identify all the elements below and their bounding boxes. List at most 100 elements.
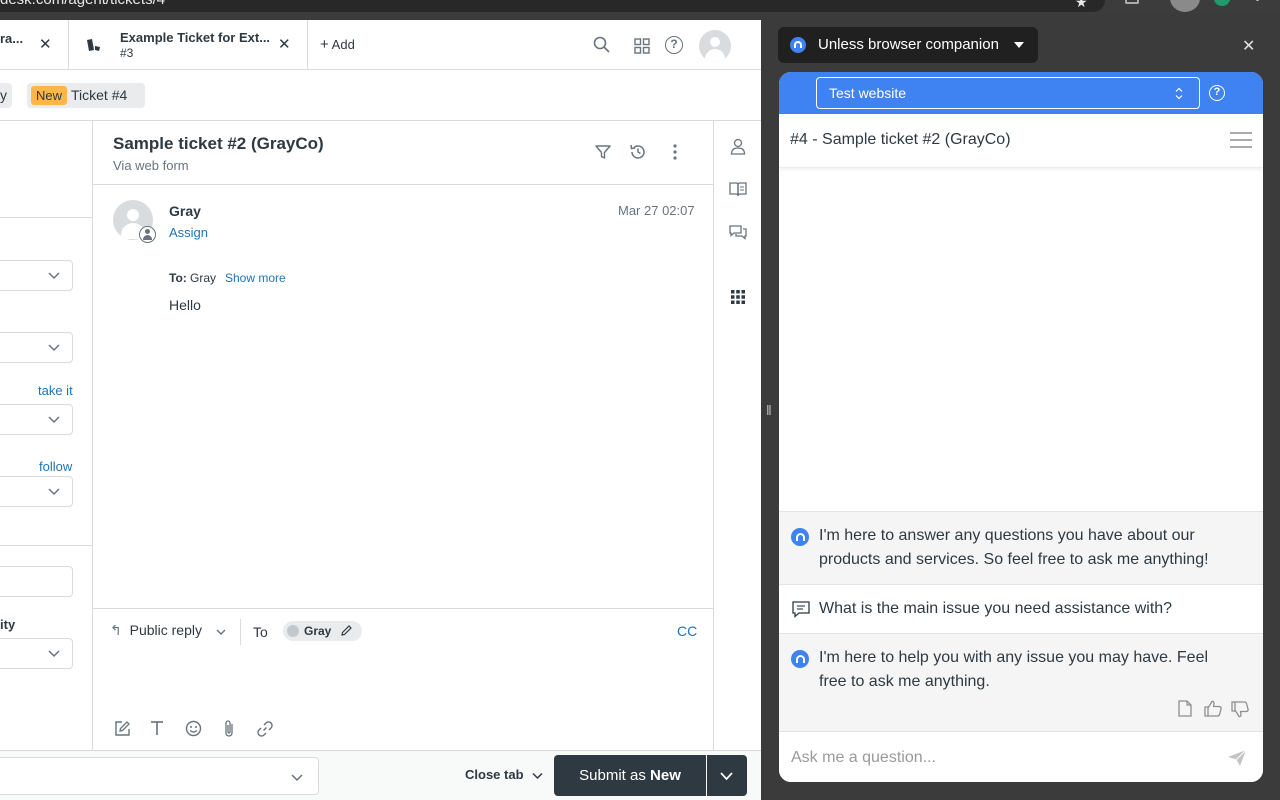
ticket-channel: Via web form	[113, 158, 189, 173]
sync-status-icon[interactable]	[1214, 0, 1230, 6]
brand-select[interactable]	[0, 260, 73, 291]
thumbs-down-icon[interactable]	[1231, 701, 1249, 718]
status-badge: New	[31, 86, 68, 105]
to-label: To	[253, 624, 268, 640]
link-icon[interactable]	[256, 720, 274, 738]
product-tray-icon[interactable]	[634, 38, 650, 54]
edit-pencil-icon[interactable]	[340, 624, 353, 637]
bot-avatar-icon	[791, 650, 809, 668]
extensions-icon[interactable]	[1125, 0, 1139, 4]
ticket-subbar: y New Ticket #4	[0, 70, 761, 121]
companion-switcher[interactable]: Unless browser companion	[778, 27, 1038, 63]
plus-icon: +	[320, 36, 329, 53]
companion-ticket-row: #4 - Sample ticket #2 (GrayCo)	[779, 114, 1263, 168]
author-name[interactable]: Gray	[169, 203, 201, 219]
chevron-down-icon	[48, 488, 60, 496]
conversations-icon[interactable]	[729, 224, 747, 241]
reply-mode-dropdown[interactable]: ↰ Public reply	[110, 622, 230, 642]
thumbs-up-icon[interactable]	[1204, 700, 1222, 717]
reply-composer: ↰ Public reply To Gray CC	[93, 608, 713, 770]
knowledge-icon[interactable]	[729, 181, 747, 197]
tab-title: Example Ticket for Ext...	[120, 30, 271, 45]
context-rail	[713, 121, 761, 770]
resize-handle[interactable]: ‖	[766, 402, 772, 418]
breadcrumb-ticket[interactable]: New Ticket #4	[27, 83, 145, 108]
tab-previous[interactable]: ra... ✕	[0, 20, 69, 69]
breadcrumb-previous[interactable]: y	[0, 83, 12, 108]
website-select[interactable]: Test website	[816, 77, 1200, 109]
document-icon[interactable]	[1178, 700, 1192, 717]
search-icon[interactable]	[593, 36, 610, 53]
submit-options-button[interactable]	[707, 755, 747, 796]
conversation-header: Sample ticket #2 (GrayCo) Via web form	[93, 121, 713, 185]
assignee-select[interactable]	[0, 404, 73, 435]
priority-select[interactable]	[0, 638, 73, 669]
address-bar[interactable]: desk.com/agent/tickets/4	[0, 0, 1105, 12]
send-icon[interactable]	[1227, 749, 1247, 767]
requester-select[interactable]	[0, 332, 73, 363]
browser-menu-icon[interactable]	[1256, 0, 1259, 1]
recipient-chip[interactable]: Gray	[283, 621, 362, 641]
bookmark-star-icon[interactable]: ★	[1075, 0, 1088, 11]
filter-icon[interactable]	[595, 144, 611, 160]
help-icon[interactable]: ?	[1209, 85, 1225, 101]
ask-question-input[interactable]	[791, 746, 1211, 770]
companion-logo-icon	[790, 37, 806, 53]
take-it-link[interactable]: take it	[38, 383, 73, 398]
tags-input[interactable]	[0, 566, 73, 597]
compose-edit-icon[interactable]	[114, 720, 131, 737]
attachment-icon[interactable]	[223, 719, 235, 738]
conversation-pane: Sample ticket #2 (GrayCo) Via web form G…	[93, 121, 713, 770]
history-icon[interactable]	[629, 143, 647, 161]
close-panel-icon[interactable]: ✕	[1242, 36, 1255, 56]
add-tab-label: Add	[331, 37, 355, 52]
chevron-down-icon	[48, 650, 60, 658]
customer-context-icon[interactable]	[730, 138, 746, 155]
apps-grid-icon[interactable]	[731, 290, 745, 304]
recipient-avatar	[287, 625, 299, 637]
website-select-value: Test website	[829, 85, 907, 101]
emoji-icon[interactable]	[185, 720, 202, 737]
message-text: I'm here to help you with any issue you …	[819, 649, 1209, 690]
companion-header: Test website ?	[779, 72, 1263, 114]
text-format-icon[interactable]	[149, 720, 165, 737]
caret-down-icon	[1014, 42, 1024, 48]
close-icon[interactable]: ✕	[278, 35, 291, 53]
bot-message: I'm here to help you with any issue you …	[779, 633, 1263, 731]
followers-select[interactable]	[0, 476, 73, 507]
message-timestamp: Mar 27 02:07	[618, 203, 695, 218]
tab-example-ticket[interactable]: Example Ticket for Ext... #3 ✕	[69, 20, 308, 69]
ticket-properties-panel: take it follow ity	[0, 121, 93, 770]
submit-button[interactable]: Submit as New	[554, 755, 706, 796]
reply-textarea[interactable]	[110, 655, 696, 715]
add-tab-button[interactable]: + Add	[320, 36, 355, 53]
chevron-down-icon	[48, 416, 60, 424]
support-app: ra... ✕ Example Ticket for Ext... #3 ✕ +…	[0, 20, 761, 800]
submit-label: Submit as	[579, 767, 651, 784]
close-tab-dropdown[interactable]: Close tab	[465, 767, 543, 782]
message: Gray Assign Mar 27 02:07 To: Gray Show m…	[93, 185, 713, 325]
companion-side-panel: ‖ Unless browser companion ✕ Test websit…	[761, 14, 1280, 800]
hamburger-menu-icon[interactable]	[1230, 132, 1252, 148]
companion-ticket-heading: #4 - Sample ticket #2 (GrayCo)	[790, 131, 1011, 148]
user-avatar[interactable]	[699, 30, 731, 62]
submit-status: New	[650, 767, 681, 784]
reply-arrow-icon: ↰	[110, 622, 122, 638]
composer-divider	[240, 619, 241, 645]
priority-label: ity	[0, 617, 16, 632]
message-text: What is the main issue you need assistan…	[819, 600, 1173, 617]
profile-avatar[interactable]	[1170, 0, 1200, 12]
chevron-down-icon	[216, 629, 226, 635]
show-more-link[interactable]: Show more	[225, 271, 286, 285]
to-recipient: Gray	[190, 271, 217, 285]
cc-link[interactable]: CC	[677, 623, 697, 639]
follow-link[interactable]: follow	[39, 459, 72, 474]
close-icon[interactable]: ✕	[39, 35, 52, 53]
help-icon[interactable]: ?	[665, 36, 683, 54]
ticket-icon	[87, 39, 100, 51]
chevron-down-icon	[291, 774, 303, 782]
chevron-down-icon	[48, 272, 60, 280]
apply-macro-select[interactable]	[0, 757, 319, 795]
assign-link[interactable]: Assign	[169, 225, 208, 240]
more-options-icon[interactable]	[672, 143, 678, 161]
